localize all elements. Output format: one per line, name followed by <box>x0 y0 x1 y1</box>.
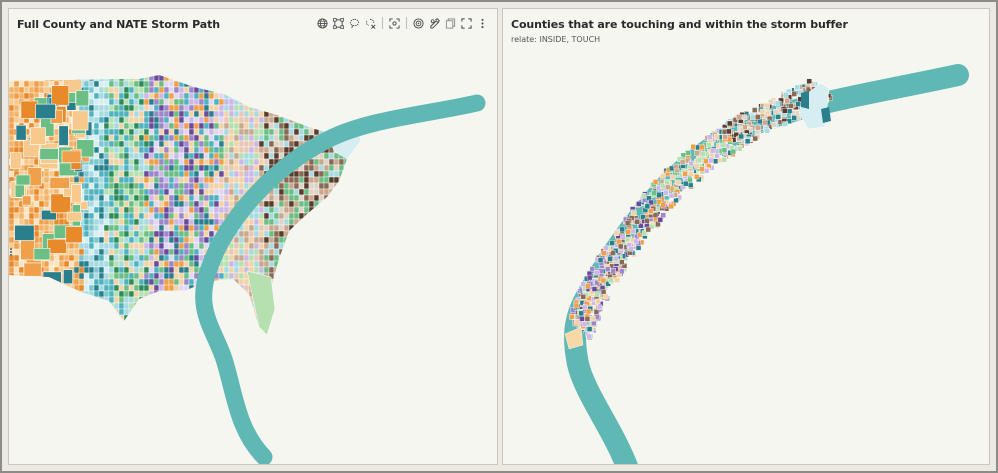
storm-path <box>564 64 969 464</box>
panel-resize-handle[interactable] <box>10 247 14 257</box>
fullscreen-icon[interactable] <box>460 16 473 30</box>
left-map-canvas[interactable] <box>9 9 498 465</box>
map-toolbar <box>316 15 489 31</box>
copy-icon[interactable] <box>444 16 457 30</box>
toolbar-separator <box>382 17 383 29</box>
intersecting-counties-layer <box>569 78 833 341</box>
edit-layer-icon[interactable] <box>428 16 441 30</box>
lasso-select-icon[interactable] <box>348 16 361 30</box>
right-map-canvas[interactable] <box>503 9 990 465</box>
lasso-clear-icon[interactable] <box>364 16 377 30</box>
left-panel-title: Full County and NATE Storm Path <box>17 18 221 31</box>
relate-filter-label: relate: INSIDE, TOUCH <box>511 35 601 44</box>
right-panel-title: Counties that are touching and within th… <box>511 18 848 31</box>
app-frame: Full County and NATE Storm Path Counties… <box>0 0 998 473</box>
zoom-extent-icon[interactable] <box>388 16 401 30</box>
left-map-panel: Full County and NATE Storm Path <box>8 8 498 465</box>
toolbar-separator <box>406 17 407 29</box>
county-layer <box>9 75 347 331</box>
right-map-panel: Counties that are touching and within th… <box>502 8 990 465</box>
more-options-icon[interactable] <box>476 16 489 30</box>
radius-select-icon[interactable] <box>412 16 425 30</box>
globe-icon[interactable] <box>316 16 329 30</box>
rectangle-select-icon[interactable] <box>332 16 345 30</box>
